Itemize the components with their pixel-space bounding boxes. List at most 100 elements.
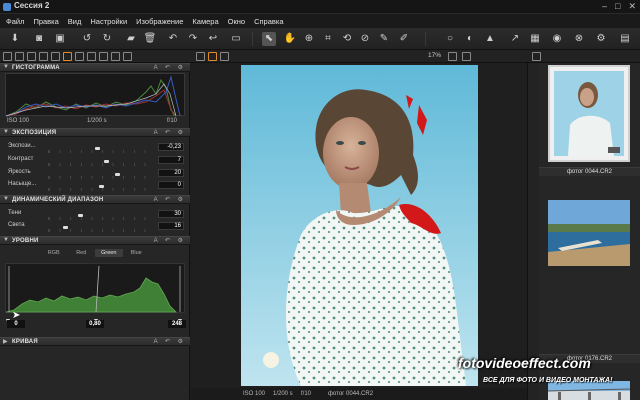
menu-help[interactable]: Справка [254,17,283,26]
status-aperture: f/10 [301,391,312,397]
undo-icon[interactable]: ↶ [166,32,180,46]
exposure-value[interactable]: -0,23 [158,143,184,151]
levels-handles-track [4,312,186,324]
menu-settings[interactable]: Настройки [90,17,127,26]
menu-camera[interactable]: Камера [192,17,218,26]
saturation-slider[interactable] [99,185,104,188]
tab-blue[interactable]: Blue [123,249,151,257]
brush-icon[interactable]: ✐ [397,32,411,46]
fill-icon[interactable] [462,52,471,61]
brightness-slider[interactable] [114,173,120,176]
composition-tab-icon[interactable] [51,52,60,61]
status-filename: фотог 0044.CR2 [328,391,374,397]
reset-icon[interactable]: ⊗ [572,32,586,46]
tab-red[interactable]: Red [68,249,96,257]
contrast-value[interactable]: 7 [158,156,184,164]
exposure-header-controls[interactable]: A ↶ ⚙ [154,129,186,136]
thumbnail-2[interactable] [548,200,630,266]
more-icon[interactable]: ▤ [618,32,632,46]
camera-icon[interactable]: ◙ [32,32,46,46]
redo-icon[interactable]: ↷ [186,32,200,46]
folder-icon[interactable]: ▰ [124,32,138,46]
lens-tab-icon[interactable] [39,52,48,61]
shadows-value[interactable]: 30 [158,210,184,218]
close-button[interactable]: ✕ [628,1,636,12]
library-tab-icon[interactable] [3,52,12,61]
history-icon[interactable]: ↩ [206,32,220,46]
settings-icon[interactable]: ⚙ [594,32,608,46]
histogram-header[interactable]: ▼ ГИСТОГРАММА A ↶ ⚙ [0,63,190,72]
rotate-icon[interactable]: ⟲ [340,32,354,46]
menu-window[interactable]: Окно [228,17,245,26]
status-shutter: 1/200 s [273,391,293,397]
levels-mid-value[interactable]: 0,80 [86,320,104,328]
highlights-value[interactable]: 16 [158,222,184,230]
search-icon[interactable]: ○ [443,32,457,46]
menu-file[interactable]: Файл [6,17,24,26]
shadows-slider[interactable] [77,214,83,217]
trash-icon[interactable]: 🗑 [143,32,157,46]
levels-header[interactable]: ▼ УРОВНИ A ↶ ⚙ [0,236,190,245]
browser-scrollbar[interactable] [527,63,539,400]
arrow-icon[interactable]: ↗ [508,32,522,46]
tab-green[interactable]: Green [95,249,123,257]
app-logo-icon [3,3,11,11]
details-tab-icon[interactable] [75,52,84,61]
menu-image[interactable]: Изображение [136,17,183,26]
multi-view-icon[interactable] [208,52,217,61]
curve-title: КРИВАЯ [12,338,38,345]
levels-histogram [5,263,185,313]
zoom-icon[interactable]: ⊕ [302,32,316,46]
status-iso: ISO 100 [243,391,266,397]
crop-icon[interactable]: ⌗ [321,32,335,46]
saturation-value[interactable]: 0 [158,181,184,189]
output-tab-icon[interactable] [99,52,108,61]
exposure-header[interactable]: ▼ ЭКСПОЗИЦИЯ A ↶ ⚙ [0,128,190,137]
maximize-button[interactable]: □ [615,1,620,12]
rotate-left-icon[interactable]: ↺ [80,32,94,46]
import-icon[interactable]: ⬇ [8,32,22,46]
thumbnail-browser: фотог 0044.CR2 фотог 0176.CR2 [539,63,640,400]
curve-header[interactable]: ▶ КРИВАЯ A ↶ ⚙ [0,337,190,346]
batch-tab-icon[interactable] [111,52,120,61]
tool-tabs-bar: 17% [0,50,640,63]
tab-rgb[interactable]: RGB [40,249,68,257]
compare-view-icon[interactable] [220,52,229,61]
brightness-value[interactable]: 20 [158,169,184,177]
browser-icon[interactable]: ▣ [53,32,67,46]
straighten-icon[interactable]: ⊘ [358,32,372,46]
levels-black-value[interactable]: 0 [7,320,25,328]
filmstrip-icon[interactable] [532,52,541,61]
contrast-slider[interactable] [104,160,110,163]
target-icon[interactable]: ◉ [550,32,564,46]
exposure-warning-icon[interactable]: ◐ [463,32,477,46]
thumbnail-1-caption: фотог 0044.CR2 [566,169,613,175]
exposure-slider[interactable] [94,147,100,150]
histogram-shutter: 1/200 s [87,118,107,124]
levels-white-value[interactable]: 248 [168,320,186,328]
pan-icon[interactable]: ✋ [283,32,297,46]
warning-icon[interactable]: ▲ [483,32,497,46]
grid-icon[interactable]: ▦ [528,32,542,46]
adjustments-tab-icon[interactable] [123,52,132,61]
fit-icon[interactable] [448,52,457,61]
capture-tab-icon[interactable] [15,52,24,61]
thumbnail-1[interactable] [548,65,630,162]
main-photo[interactable] [241,65,478,386]
select-icon[interactable]: ⬉ [262,32,276,46]
menu-edit[interactable]: Правка [33,17,58,26]
watermark-site: fotovideoeffect.com [458,355,591,371]
image-status-bar: ISO 100 1/200 s f/10 фотог 0044.CR2 [191,388,527,400]
color-tab-icon[interactable] [27,52,36,61]
compare-icon[interactable]: ▭ [229,32,243,46]
rotate-right-icon[interactable]: ↻ [100,32,114,46]
dynamic-range-header[interactable]: ▼ ДИНАМИЧЕСКИЙ ДИАПАЗОН A ↶ ⚙ [0,195,190,204]
color-picker-icon[interactable]: ✎ [377,32,391,46]
single-view-icon[interactable] [196,52,205,61]
exposure-tab-icon[interactable] [63,52,72,61]
minimize-button[interactable]: – [602,1,607,12]
metadata-tab-icon[interactable] [87,52,96,61]
main-toolbar: ⬇ ◙ ▣ ↺ ↻ ▰ 🗑 ↶ ↷ ↩ ▭ ⬉ ✋ ⊕ ⌗ ⟲ ⊘ ✎ ✐ ○ … [0,28,640,50]
menu-view[interactable]: Вид [68,17,82,26]
highlights-slider[interactable] [62,226,68,229]
